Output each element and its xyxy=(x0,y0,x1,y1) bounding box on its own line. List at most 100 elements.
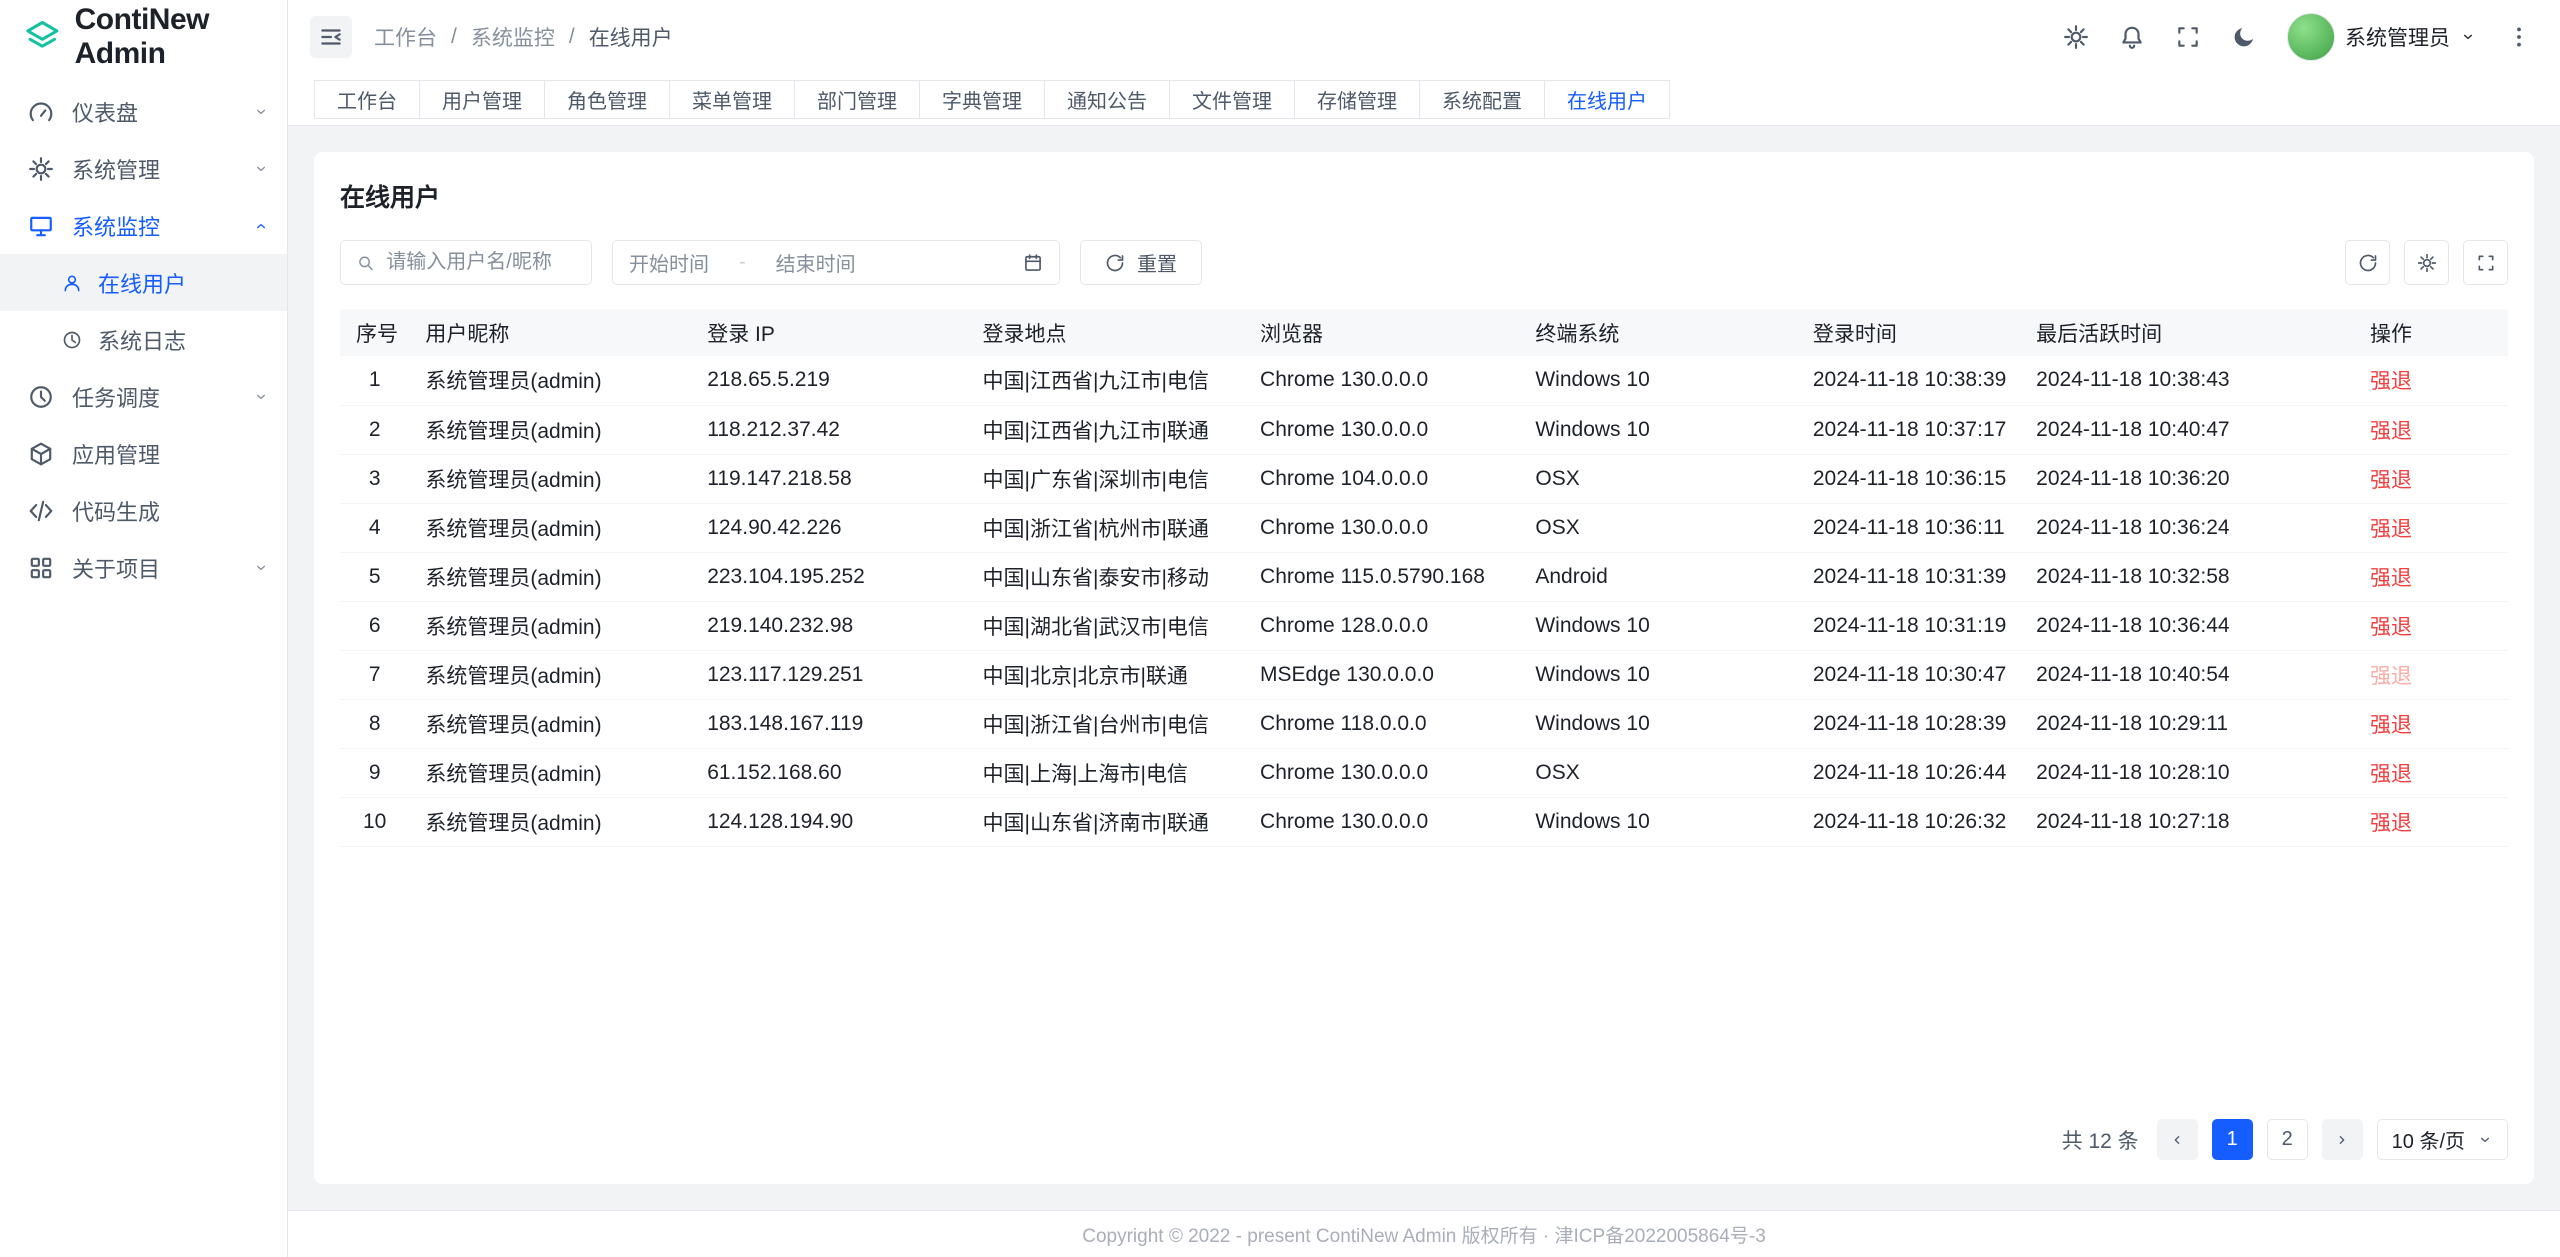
cell-last-active-time: 2024-11-18 10:40:54 xyxy=(2020,650,2354,699)
bell-icon xyxy=(2119,24,2145,50)
tab[interactable]: 系统配置 xyxy=(1419,80,1545,119)
sidebar-item-code-generation[interactable]: 代码生成 xyxy=(0,482,287,539)
tab[interactable]: 用户管理 xyxy=(419,80,545,119)
force-logout-link[interactable]: 强退 xyxy=(2370,518,2412,541)
next-page-button[interactable] xyxy=(2322,1119,2363,1160)
reset-button[interactable]: 重置 xyxy=(1080,240,1202,285)
sidebar-collapse-button[interactable] xyxy=(310,16,352,58)
force-logout-link[interactable]: 强退 xyxy=(2370,616,2412,639)
fullscreen-button[interactable] xyxy=(2175,24,2201,50)
page-title: 在线用户 xyxy=(340,178,2508,214)
force-logout-link[interactable]: 强退 xyxy=(2370,763,2412,786)
force-logout-link[interactable]: 强退 xyxy=(2370,469,2412,492)
sidebar-item-label: 任务调度 xyxy=(72,381,160,413)
sidebar-item-task-schedule[interactable]: 任务调度 xyxy=(0,368,287,425)
tab[interactable]: 角色管理 xyxy=(544,80,670,119)
user-menu[interactable]: 系统管理员 xyxy=(2287,13,2476,61)
sidebar-item-label: 在线用户 xyxy=(98,267,186,299)
more-button[interactable] xyxy=(2506,24,2532,50)
breadcrumb-item[interactable]: 系统监控 xyxy=(471,22,555,52)
column-header: 用户昵称 xyxy=(409,309,691,356)
refresh-icon xyxy=(2358,253,2378,273)
box-icon xyxy=(28,441,54,467)
sidebar-item-system-management[interactable]: 系统管理 xyxy=(0,140,287,197)
force-logout-link[interactable]: 强退 xyxy=(2370,370,2412,393)
cell-nickname: 系统管理员(admin) xyxy=(409,797,691,846)
force-logout-link[interactable]: 强退 xyxy=(2370,714,2412,737)
cell-index: 4 xyxy=(340,503,409,552)
tab[interactable]: 文件管理 xyxy=(1169,80,1295,119)
force-logout-link[interactable]: 强退 xyxy=(2370,567,2412,590)
gear-icon xyxy=(28,156,54,182)
user-icon xyxy=(62,273,82,293)
page-size-select[interactable]: 10 条/页 xyxy=(2377,1119,2508,1160)
cell-login-ip: 124.128.194.90 xyxy=(691,797,966,846)
sidebar-item-app-management[interactable]: 应用管理 xyxy=(0,425,287,482)
previous-page-button[interactable] xyxy=(2157,1119,2198,1160)
sidebar-item-label: 系统监控 xyxy=(72,210,160,242)
table-row: 9 系统管理员(admin) 61.152.168.60 中国|上海|上海市|电… xyxy=(340,748,2508,797)
tab[interactable]: 通知公告 xyxy=(1044,80,1170,119)
sidebar-item-label: 系统日志 xyxy=(98,324,186,356)
table-row: 6 系统管理员(admin) 219.140.232.98 中国|湖北省|武汉市… xyxy=(340,601,2508,650)
sidebar-item-system-logs[interactable]: 系统日志 xyxy=(0,311,287,368)
cell-login-location: 中国|山东省|济南市|联通 xyxy=(967,797,1245,846)
sidebar-item-online-users[interactable]: 在线用户 xyxy=(0,254,287,311)
page-button-1[interactable]: 1 xyxy=(2212,1119,2253,1160)
cell-login-time: 2024-11-18 10:28:39 xyxy=(1797,699,2020,748)
dark-mode-button[interactable] xyxy=(2231,24,2257,50)
column-settings-button[interactable] xyxy=(2404,240,2449,285)
cell-login-location: 中国|湖北省|武汉市|电信 xyxy=(967,601,1245,650)
end-date-placeholder: 结束时间 xyxy=(776,248,856,277)
sidebar: ContiNew Admin 仪表盘 系统管理 系统监控 在线用户 xyxy=(0,0,288,1257)
table-header-row: 序号用户昵称登录 IP登录地点浏览器终端系统登录时间最后活跃时间操作 xyxy=(340,309,2508,356)
cell-browser: Chrome 130.0.0.0 xyxy=(1244,748,1519,797)
tab[interactable]: 存储管理 xyxy=(1294,80,1420,119)
cell-os: Android xyxy=(1519,552,1797,601)
breadcrumb-item-current: 在线用户 xyxy=(589,22,673,52)
tab[interactable]: 工作台 xyxy=(314,80,420,119)
copyright-text: Copyright © 2022 - present ContiNew Admi… xyxy=(1082,1221,1766,1248)
cell-browser: Chrome 115.0.5790.168 xyxy=(1244,552,1519,601)
page-button-2[interactable]: 2 xyxy=(2267,1119,2308,1160)
sidebar-item-about-project[interactable]: 关于项目 xyxy=(0,539,287,596)
cell-login-location: 中国|北京|北京市|联通 xyxy=(967,650,1245,699)
tab[interactable]: 部门管理 xyxy=(794,80,920,119)
tab-label: 工作台 xyxy=(337,85,397,114)
search-input[interactable] xyxy=(386,251,575,274)
cell-index: 10 xyxy=(340,797,409,846)
sidebar-item-label: 仪表盘 xyxy=(72,96,138,128)
cell-nickname: 系统管理员(admin) xyxy=(409,699,691,748)
breadcrumb-separator: / xyxy=(569,25,575,49)
tab[interactable]: 在线用户 xyxy=(1544,80,1670,119)
force-logout-link[interactable]: 强退 xyxy=(2370,812,2412,835)
cell-index: 2 xyxy=(340,405,409,454)
menu-fold-icon xyxy=(318,24,344,50)
table-fullscreen-button[interactable] xyxy=(2463,240,2508,285)
chevron-down-icon xyxy=(253,560,269,576)
sidebar-item-system-monitor[interactable]: 系统监控 xyxy=(0,197,287,254)
date-range-picker[interactable]: 开始时间 - 结束时间 xyxy=(612,240,1060,285)
tab[interactable]: 菜单管理 xyxy=(669,80,795,119)
cell-last-active-time: 2024-11-18 10:40:47 xyxy=(2020,405,2354,454)
cell-os: OSX xyxy=(1519,503,1797,552)
tab[interactable]: 字典管理 xyxy=(919,80,1045,119)
sidebar-item-dashboard[interactable]: 仪表盘 xyxy=(0,83,287,140)
notifications-button[interactable] xyxy=(2119,24,2145,50)
sidebar-item-label: 代码生成 xyxy=(72,495,160,527)
tab-label: 角色管理 xyxy=(567,85,647,114)
column-header: 登录 IP xyxy=(691,309,966,356)
breadcrumb-item[interactable]: 工作台 xyxy=(374,22,437,52)
header-actions: 系统管理员 xyxy=(2063,13,2532,61)
cell-login-time: 2024-11-18 10:31:19 xyxy=(1797,601,2020,650)
settings-button[interactable] xyxy=(2063,24,2089,50)
refresh-table-button[interactable] xyxy=(2345,240,2390,285)
app-root: ContiNew Admin 仪表盘 系统管理 系统监控 在线用户 xyxy=(0,0,2560,1257)
force-logout-link[interactable]: 强退 xyxy=(2370,420,2412,443)
tab-label: 存储管理 xyxy=(1317,85,1397,114)
chevron-down-icon xyxy=(253,389,269,405)
cell-os: Windows 10 xyxy=(1519,405,1797,454)
tab-label: 系统配置 xyxy=(1442,85,1522,114)
cell-browser: Chrome 128.0.0.0 xyxy=(1244,601,1519,650)
force-logout-link: 强退 xyxy=(2370,665,2412,688)
